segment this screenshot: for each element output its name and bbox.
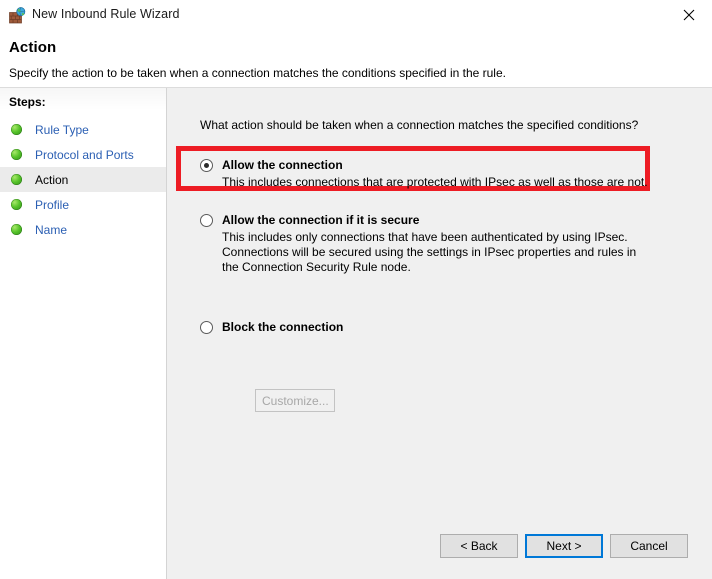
sidebar-item-rule-type[interactable]: Rule Type (0, 117, 166, 142)
steps-sidebar: Steps: Rule Type Protocol and Ports Acti… (0, 88, 167, 579)
main-content-panel: What action should be taken when a conne… (167, 88, 712, 579)
steps-heading: Steps: (9, 95, 46, 109)
page-header: Action Specify the action to be taken wh… (0, 30, 712, 88)
customize-button: Customize... (255, 389, 335, 412)
action-question-text: What action should be taken when a conne… (200, 118, 639, 132)
back-button[interactable]: < Back (440, 534, 518, 558)
radio-option-allow-if-secure[interactable]: Allow the connection if it is secure Thi… (200, 213, 652, 412)
radio-option-allow-the-connection[interactable]: Allow the connection This includes conne… (200, 158, 652, 190)
sidebar-item-label: Name (35, 222, 68, 237)
close-icon[interactable] (666, 0, 712, 30)
firewall-globe-icon (9, 7, 26, 24)
sidebar-item-profile[interactable]: Profile (0, 192, 166, 217)
dialog-footer: < Back Next > Cancel (167, 513, 712, 579)
window-title: New Inbound Rule Wizard (32, 7, 180, 21)
radio-description-allow-if-secure: This includes only connections that have… (222, 230, 637, 274)
radio-button-block[interactable] (200, 321, 213, 334)
page-title: Action (9, 39, 57, 56)
radio-label-allow[interactable]: Allow the connection (222, 158, 343, 172)
steps-list: Rule Type Protocol and Ports Action Prof… (0, 117, 166, 242)
green-sphere-icon (11, 199, 22, 210)
new-inbound-rule-wizard-dialog: New Inbound Rule Wizard Action Specify t… (0, 0, 712, 579)
sidebar-item-label: Profile (35, 197, 70, 212)
radio-button-allow-if-secure[interactable] (200, 214, 213, 227)
sidebar-item-protocol-and-ports[interactable]: Protocol and Ports (0, 142, 166, 167)
radio-label-block[interactable]: Block the connection (222, 320, 343, 334)
green-sphere-icon (11, 124, 22, 135)
sidebar-item-label: Protocol and Ports (35, 147, 134, 162)
sidebar-item-label: Action (35, 172, 69, 187)
radio-label-allow-if-secure[interactable]: Allow the connection if it is secure (222, 213, 419, 227)
title-bar: New Inbound Rule Wizard (0, 0, 712, 30)
radio-description-allow: This includes connections that are prote… (222, 175, 648, 189)
sidebar-item-name[interactable]: Name (0, 217, 166, 242)
sidebar-item-action[interactable]: Action (0, 167, 166, 192)
cancel-button[interactable]: Cancel (610, 534, 688, 558)
sidebar-item-label: Rule Type (35, 122, 89, 137)
radio-button-allow[interactable] (200, 159, 213, 172)
green-sphere-icon (11, 149, 22, 160)
page-subtitle: Specify the action to be taken when a co… (9, 66, 506, 80)
green-sphere-icon (11, 224, 22, 235)
next-button[interactable]: Next > (525, 534, 603, 558)
green-sphere-icon (11, 174, 22, 185)
radio-option-block-the-connection[interactable]: Block the connection (200, 320, 343, 334)
